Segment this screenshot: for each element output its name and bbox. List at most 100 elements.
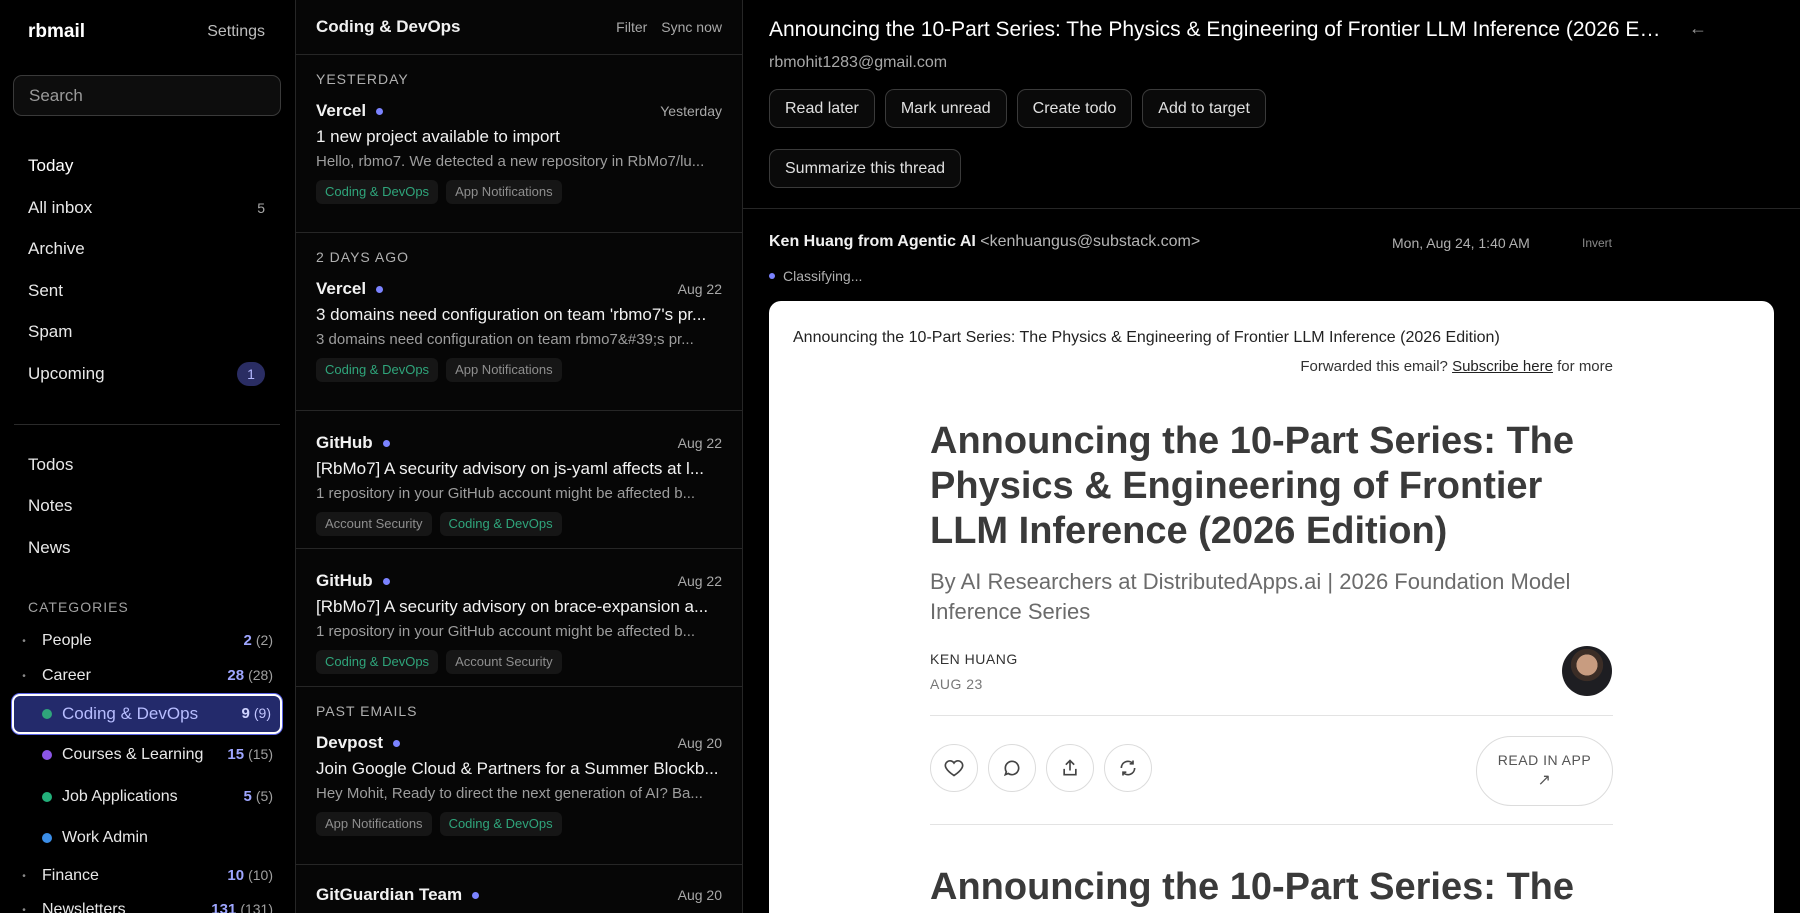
category-work-admin[interactable]: Work Admin: [12, 821, 282, 855]
filter-button[interactable]: Filter: [616, 19, 647, 35]
chevron-right-icon[interactable]: •: [16, 905, 32, 913]
unread-dot: [376, 107, 384, 115]
message-date: Aug 22: [677, 435, 722, 451]
search-input[interactable]: [13, 75, 281, 116]
tag-badge[interactable]: Coding & DevOps: [316, 358, 439, 382]
avatar[interactable]: [1562, 646, 1612, 696]
category-career[interactable]: • Career 28 (28): [12, 659, 282, 693]
unread-dot: [382, 577, 390, 585]
category-label: Newsletters: [42, 901, 126, 913]
tag-badge[interactable]: Coding & DevOps: [316, 180, 439, 204]
tag-badge[interactable]: App Notifications: [446, 358, 562, 382]
message-snippet: Hello, rbmo7. We detected a new reposito…: [316, 153, 705, 170]
nav-item-notes[interactable]: Notes: [28, 492, 265, 520]
settings-link[interactable]: Settings: [207, 23, 265, 41]
category-total: (10): [248, 867, 273, 883]
arrow-up-right-icon: ↗: [1537, 772, 1552, 789]
create-todo-button[interactable]: Create todo: [1016, 89, 1133, 128]
category-label: Work Admin: [62, 829, 148, 846]
category-job-applications[interactable]: Job Applications 5 (5): [12, 780, 282, 814]
chevron-down-icon[interactable]: •: [16, 671, 32, 682]
message-item[interactable]: GitHub Aug 22 [RbMo7] A security advisor…: [296, 549, 742, 687]
nav-label: Todos: [28, 455, 74, 474]
nav-item-archive[interactable]: Archive: [28, 235, 265, 263]
category-total: (2): [255, 632, 273, 648]
category-label: Job Applications: [62, 788, 178, 805]
summarize-thread-button[interactable]: Summarize this thread: [769, 149, 962, 188]
category-count: 15: [227, 746, 245, 763]
nav-item-upcoming[interactable]: Upcoming 1: [28, 360, 265, 388]
list-title: Coding & DevOps: [316, 17, 461, 36]
message-snippet: 3 domains need configuration on team rbm…: [316, 331, 694, 348]
author-date: AUG 23: [930, 676, 983, 692]
nav-item-spam[interactable]: Spam: [28, 318, 265, 346]
message-item[interactable]: Vercel Yesterday 1 new project available…: [296, 99, 742, 233]
email-body: Announcing the 10-Part Series: The Physi…: [769, 301, 1774, 913]
back-arrow-icon[interactable]: ←: [1689, 18, 1707, 39]
message-item[interactable]: Devpost Aug 20 Join Google Cloud & Partn…: [296, 731, 742, 865]
restack-icon[interactable]: [1104, 744, 1152, 792]
add-to-target-button[interactable]: Add to target: [1142, 89, 1266, 128]
category-color-dot: [42, 792, 52, 802]
read-in-app-button[interactable]: READ IN APP ↗: [1476, 736, 1613, 806]
heart-icon[interactable]: [930, 744, 978, 792]
tag-badge[interactable]: App Notifications: [316, 812, 432, 836]
tag-badge[interactable]: Coding & DevOps: [439, 812, 562, 836]
sidebar-header: rbmail Settings: [28, 20, 265, 44]
chevron-right-icon[interactable]: •: [16, 871, 32, 882]
post-actions: [930, 744, 1152, 792]
invert-toggle[interactable]: Invert: [1582, 236, 1612, 250]
sync-now-button[interactable]: Sync now: [661, 19, 722, 35]
nav-label: Notes: [28, 496, 73, 515]
nav-item-today[interactable]: Today: [28, 152, 265, 180]
sender-name: Ken Huang from Agentic AI: [769, 233, 976, 250]
category-courses-learning[interactable]: Courses & Learning 15 (15): [12, 738, 282, 772]
nav-count: 5: [257, 200, 265, 216]
message-date: Aug 20: [677, 735, 722, 751]
tag-badge[interactable]: App Notifications: [446, 180, 562, 204]
category-count: 131: [211, 901, 237, 913]
tag-badge[interactable]: Account Security: [316, 512, 432, 536]
mark-unread-button[interactable]: Mark unread: [884, 89, 1007, 128]
nav-item-all-inbox[interactable]: All inbox 5: [28, 194, 265, 222]
category-people[interactable]: • People 2 (2): [12, 624, 282, 658]
divider: [930, 824, 1613, 825]
reading-pane: Announcing the 10-Part Series: The Physi…: [743, 0, 1800, 913]
nav-label: News: [28, 538, 71, 557]
message-snippet: 1 repository in your GitHub account migh…: [316, 485, 696, 502]
category-label: Courses & Learning: [62, 746, 204, 763]
category-label: People: [42, 632, 92, 649]
tag-badge[interactable]: Coding & DevOps: [439, 512, 562, 536]
comment-icon[interactable]: [988, 744, 1036, 792]
category-coding-devops[interactable]: Coding & DevOps 9 (9): [12, 694, 282, 734]
tag-badge[interactable]: Coding & DevOps: [316, 650, 439, 674]
subscribe-link[interactable]: Subscribe here: [1452, 358, 1553, 375]
group-label-past-emails: PAST EMAILS: [316, 703, 418, 719]
chevron-right-icon[interactable]: •: [16, 636, 32, 647]
category-finance[interactable]: • Finance 10 (10): [12, 859, 282, 893]
message-date: Aug 22: [677, 281, 722, 297]
read-later-button[interactable]: Read later: [769, 89, 875, 128]
tag-badge[interactable]: Account Security: [446, 650, 562, 674]
share-icon[interactable]: [1046, 744, 1094, 792]
message-date: Yesterday: [660, 103, 722, 119]
nav-item-sent[interactable]: Sent: [28, 277, 265, 305]
message-date: Aug 20: [677, 887, 722, 903]
upcoming-badge: 1: [237, 362, 265, 386]
sidebar: rbmail Settings Today All inbox 5 Archiv…: [0, 0, 296, 913]
message-item[interactable]: GitGuardian Team Aug 20: [296, 865, 742, 913]
message-item[interactable]: Vercel Aug 22 3 domains need configurati…: [296, 277, 742, 411]
author-name[interactable]: KEN HUANG: [930, 651, 1018, 667]
category-newsletters[interactable]: • Newsletters 131 (131): [12, 893, 282, 913]
message-item[interactable]: GitHub Aug 22 [RbMo7] A security advisor…: [296, 411, 742, 549]
category-total: (28): [248, 667, 273, 683]
email-headline: Announcing the 10-Part Series: The Physi…: [930, 420, 1574, 552]
category-count: 2: [243, 632, 252, 649]
thread-actions: Read later Mark unread Create todo Add t…: [769, 89, 1266, 128]
nav-item-todos[interactable]: Todos: [28, 451, 265, 479]
nav-label: Upcoming: [28, 364, 105, 383]
reader-divider: [743, 208, 1800, 209]
message-date: Aug 22: [677, 573, 722, 589]
nav-item-news[interactable]: News: [28, 534, 265, 562]
unread-dot: [376, 285, 384, 293]
